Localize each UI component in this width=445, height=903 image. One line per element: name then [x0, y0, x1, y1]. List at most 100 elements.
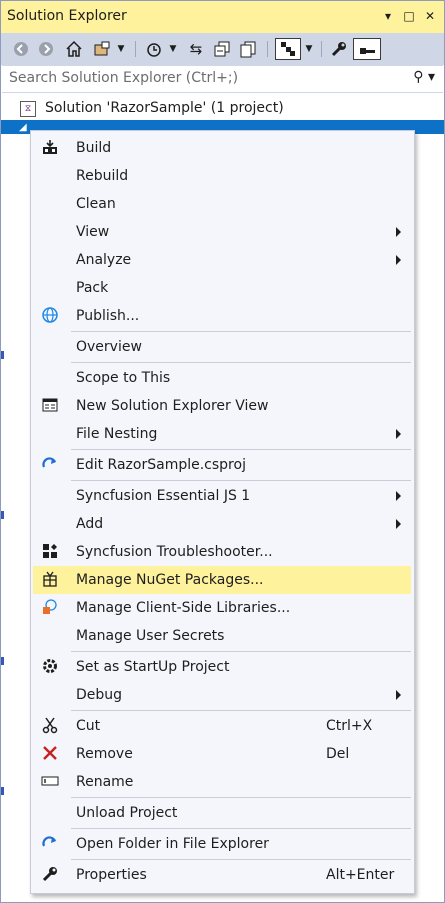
submenu-arrow-icon [396, 491, 401, 501]
menu-item-label: Publish... [76, 308, 140, 324]
menu-item-overview[interactable]: Overview [33, 333, 411, 361]
chevron-down-icon[interactable]: ▼ [115, 38, 127, 60]
menu-item-manage-nuget-packages[interactable]: Manage NuGet Packages... [33, 566, 411, 594]
menu-item-set-as-startup-project[interactable]: Set as StartUp Project [33, 653, 411, 681]
properties-icon[interactable] [328, 38, 350, 60]
preview-selected-icon[interactable] [275, 38, 301, 60]
search-input[interactable]: Search Solution Explorer (Ctrl+;) [9, 70, 238, 86]
toolbar-separator [267, 41, 268, 57]
menu-item-rename[interactable]: Rename [33, 768, 411, 796]
menu-separator [71, 331, 411, 332]
menu-separator [71, 480, 411, 481]
menu-item-label: Rebuild [76, 168, 129, 184]
sync-icon[interactable]: ⇆ [185, 38, 207, 60]
menu-item-label: Edit RazorSample.csproj [76, 457, 246, 473]
menu-item-label: Cut [76, 718, 101, 734]
submenu-arrow-icon [396, 429, 401, 439]
menu-item-unload-project[interactable]: Unload Project [33, 799, 411, 827]
menu-item-edit-project-file[interactable]: Edit RazorSample.csproj [33, 451, 411, 479]
gear-icon [40, 657, 60, 677]
forward-icon[interactable] [36, 38, 56, 60]
submenu-arrow-icon [396, 519, 401, 529]
title-bar: Solution Explorer ▾ □ ✕ [1, 1, 444, 33]
expand-arrow-icon[interactable]: ◢ [19, 122, 27, 133]
pending-changes-filter-icon[interactable] [143, 38, 165, 60]
menu-item-label: Overview [76, 339, 142, 355]
view-code-icon[interactable] [353, 38, 381, 60]
toolbar-separator [321, 41, 322, 57]
nuget-package-icon [40, 570, 60, 590]
menu-item-open-folder-in-file-explorer[interactable]: Open Folder in File Explorer [33, 830, 411, 858]
menu-item-manage-client-side-libraries[interactable]: Manage Client-Side Libraries... [33, 594, 411, 622]
menu-item-file-nesting[interactable]: File Nesting [33, 420, 411, 448]
menu-item-rebuild[interactable]: Rebuild [33, 162, 411, 190]
menu-separator [71, 710, 411, 711]
chevron-down-icon[interactable]: ▼ [303, 38, 315, 60]
menu-item-label: Analyze [76, 252, 132, 268]
close-icon[interactable]: ✕ [421, 7, 439, 25]
toolbar: ▼ ▼ ⇆ ▼ [1, 33, 444, 65]
menu-item-label: Remove [76, 746, 133, 762]
menu-item-manage-user-secrets[interactable]: Manage User Secrets [33, 622, 411, 650]
home-icon[interactable] [63, 38, 85, 60]
menu-item-label: Manage User Secrets [76, 628, 225, 644]
wrench-icon [40, 865, 60, 885]
refresh-arrow-icon [40, 455, 60, 475]
tree-marker [1, 511, 4, 519]
menu-separator [71, 828, 411, 829]
refresh-arrow-icon [40, 834, 60, 854]
collapse-all-icon[interactable] [211, 38, 233, 60]
menu-item-label: Properties [76, 867, 147, 883]
menu-item-add[interactable]: Add [33, 510, 411, 538]
chevron-down-icon[interactable]: ▼ [167, 38, 179, 60]
back-icon[interactable] [11, 38, 31, 60]
menu-item-properties[interactable]: Properties Alt+Enter [33, 861, 411, 889]
client-libraries-icon [40, 598, 60, 618]
scissors-icon [40, 716, 60, 736]
tree-marker [1, 787, 4, 795]
menu-item-view[interactable]: View [33, 218, 411, 246]
menu-item-debug[interactable]: Debug [33, 681, 411, 709]
window-title: Solution Explorer [7, 8, 127, 24]
menu-item-label: New Solution Explorer View [76, 398, 269, 414]
menu-item-shortcut: Ctrl+X [326, 718, 373, 734]
menu-item-scope-to-this[interactable]: Scope to This [33, 364, 411, 392]
context-menu: Build Rebuild Clean View Analyze Pack Pu… [30, 130, 415, 894]
search-icon[interactable]: ⚲ ▾ [413, 69, 435, 85]
submenu-arrow-icon [396, 690, 401, 700]
show-all-files-icon[interactable] [237, 38, 259, 60]
menu-separator [71, 449, 411, 450]
switch-views-icon[interactable] [91, 38, 113, 60]
menu-item-pack[interactable]: Pack [33, 274, 411, 302]
menu-item-new-solution-explorer-view[interactable]: New Solution Explorer View [33, 392, 411, 420]
menu-separator [71, 651, 411, 652]
menu-item-label: Build [76, 140, 112, 156]
menu-item-label: Syncfusion Essential JS 1 [76, 488, 251, 504]
menu-item-label: Debug [76, 687, 123, 703]
menu-separator [71, 362, 411, 363]
menu-item-syncfusion-essential-js[interactable]: Syncfusion Essential JS 1 [33, 482, 411, 510]
menu-item-label: Unload Project [76, 805, 178, 821]
new-view-icon [40, 396, 60, 416]
maximize-icon[interactable]: □ [400, 7, 418, 25]
rename-icon [40, 772, 60, 792]
menu-item-label: Syncfusion Troubleshooter... [76, 544, 273, 560]
menu-item-syncfusion-troubleshooter[interactable]: Syncfusion Troubleshooter... [33, 538, 411, 566]
window-position-dropdown-icon[interactable]: ▾ [379, 7, 397, 25]
tree-marker [1, 351, 4, 359]
menu-item-shortcut: Del [326, 746, 350, 762]
search-box[interactable]: Search Solution Explorer (Ctrl+;) ⚲ ▾ [2, 65, 443, 93]
submenu-arrow-icon [396, 255, 401, 265]
menu-item-cut[interactable]: Cut Ctrl+X [33, 712, 411, 740]
solution-icon: ⧖ [20, 101, 36, 117]
menu-item-publish[interactable]: Publish... [33, 302, 411, 330]
menu-item-shortcut: Alt+Enter [326, 867, 395, 883]
menu-item-remove[interactable]: Remove Del [33, 740, 411, 768]
menu-item-clean[interactable]: Clean [33, 190, 411, 218]
menu-item-label: Set as StartUp Project [76, 659, 230, 675]
menu-item-label: Open Folder in File Explorer [76, 836, 269, 852]
red-x-icon [40, 744, 60, 764]
menu-item-analyze[interactable]: Analyze [33, 246, 411, 274]
menu-item-build[interactable]: Build [33, 134, 411, 162]
tree-item-solution[interactable]: ⧖ Solution 'RazorSample' (1 project) [1, 98, 444, 120]
